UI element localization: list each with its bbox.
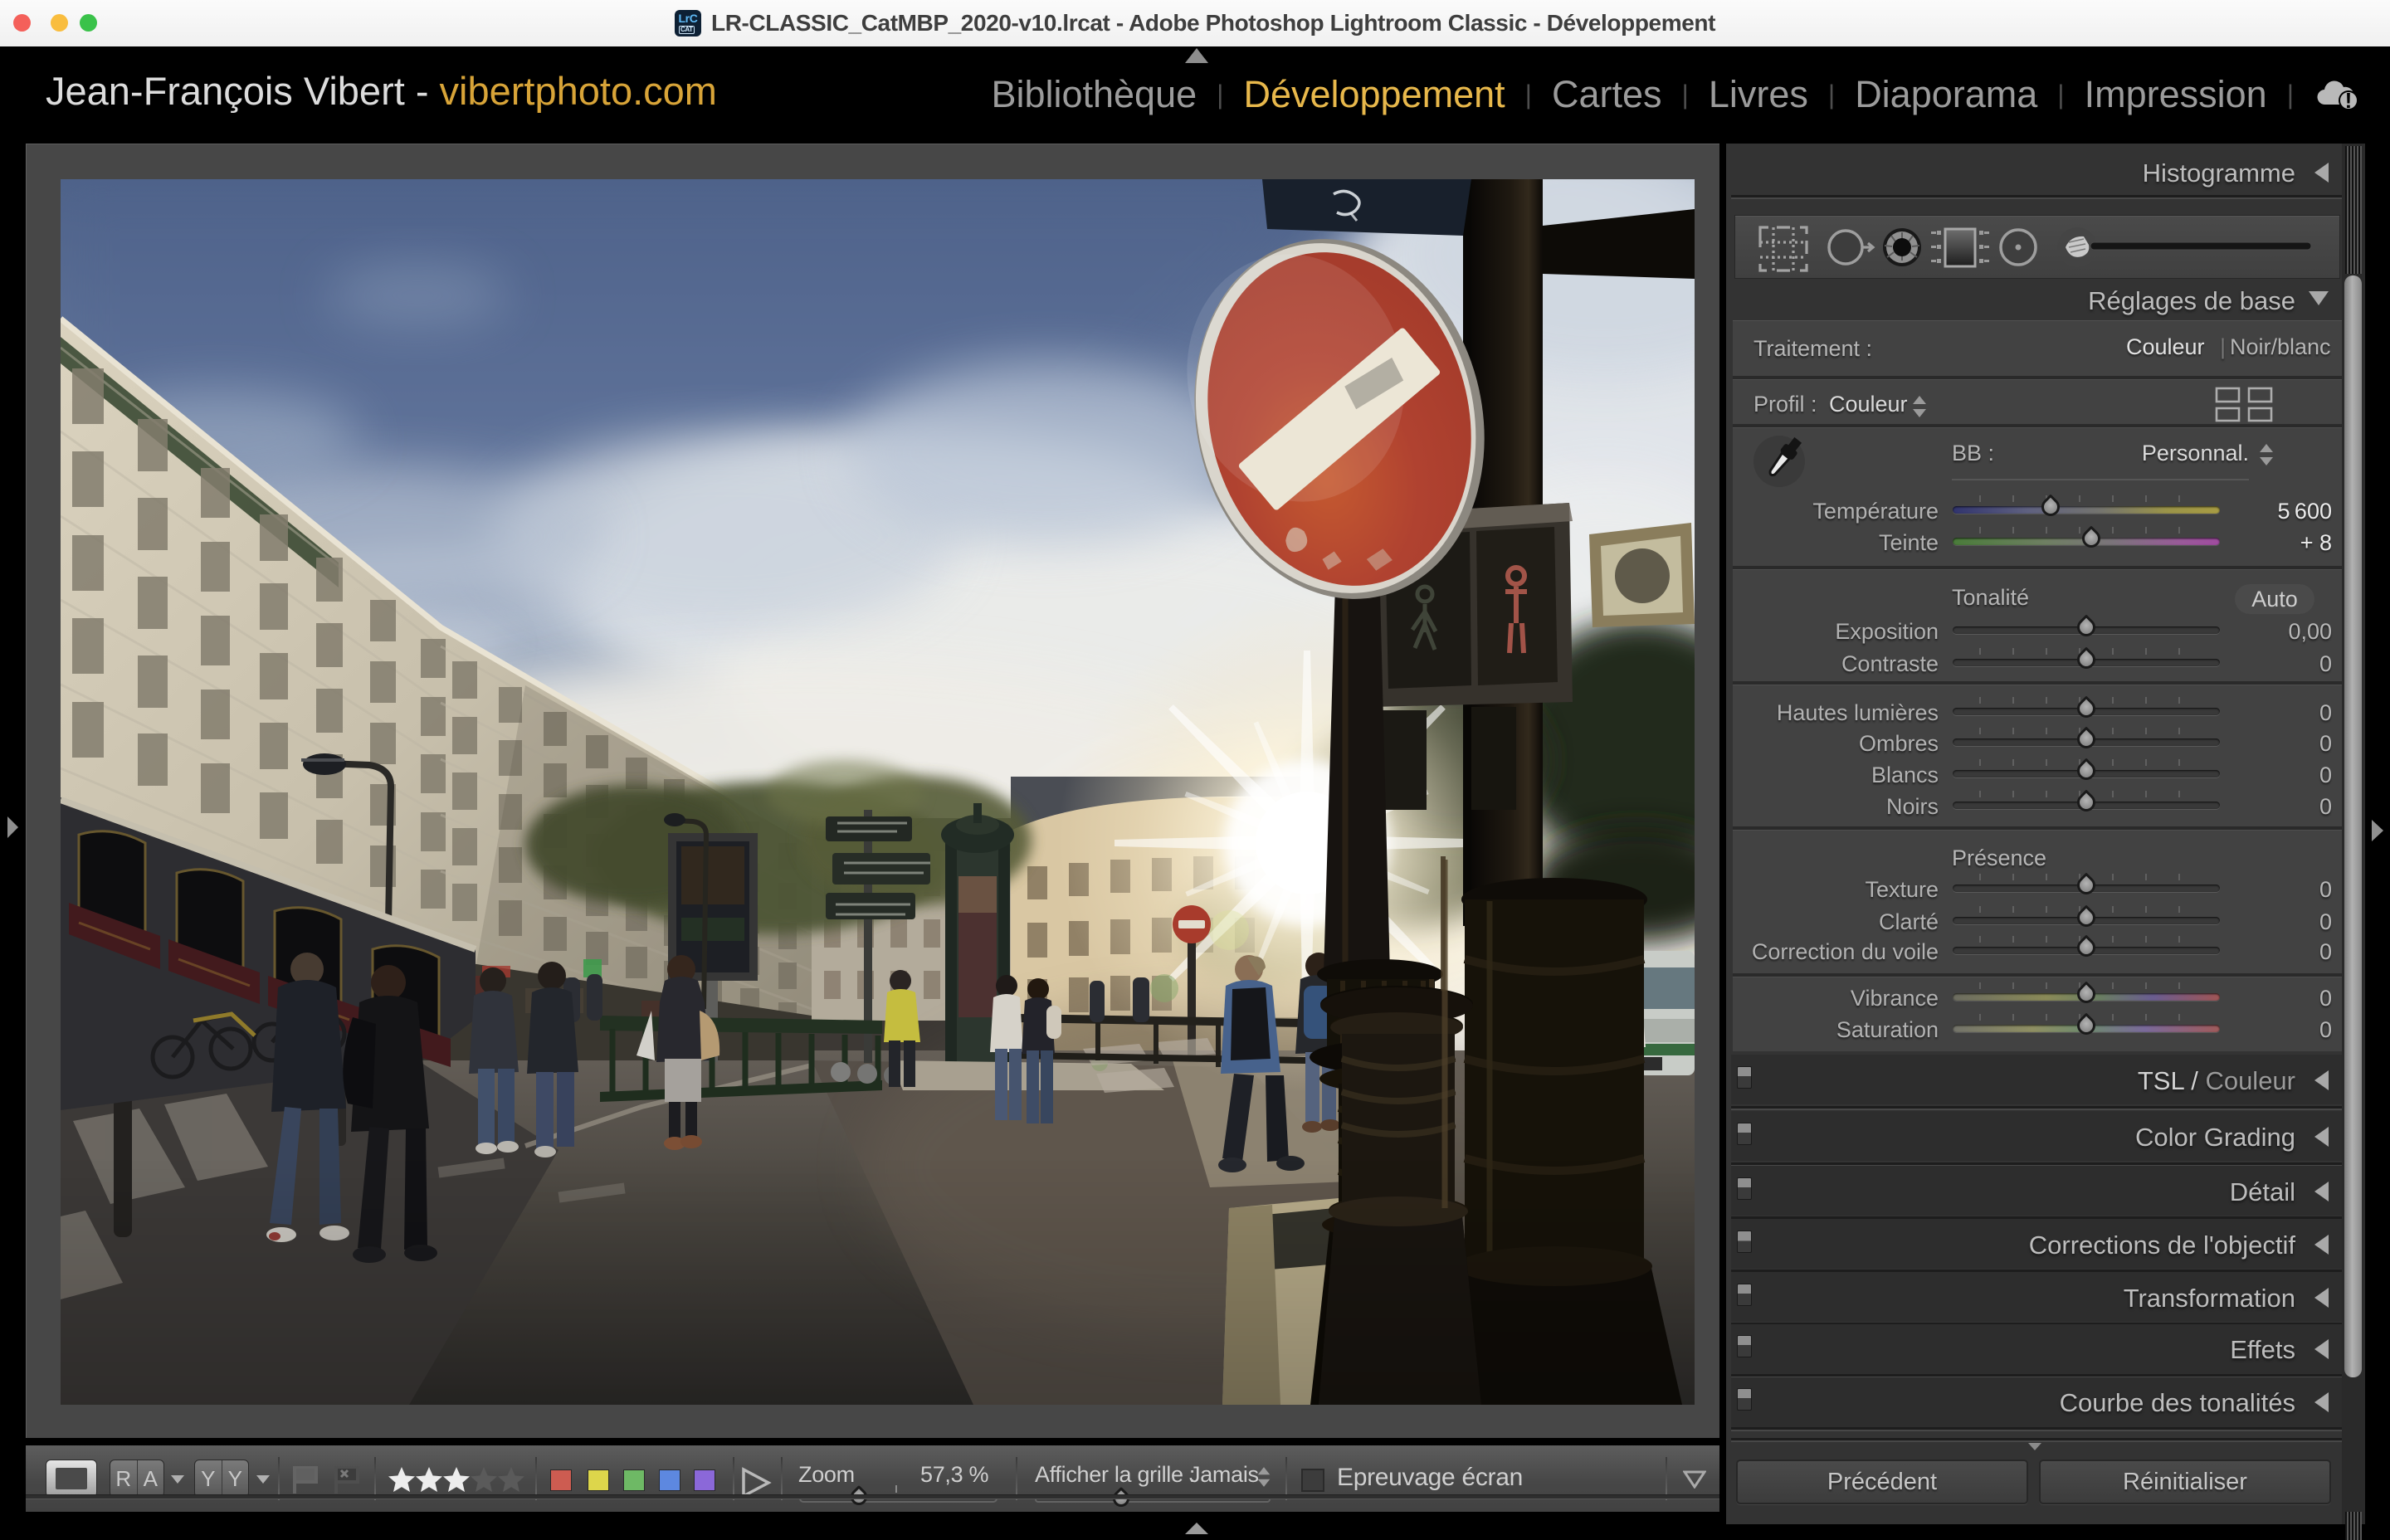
svg-text:!: ! [2345, 88, 2353, 111]
